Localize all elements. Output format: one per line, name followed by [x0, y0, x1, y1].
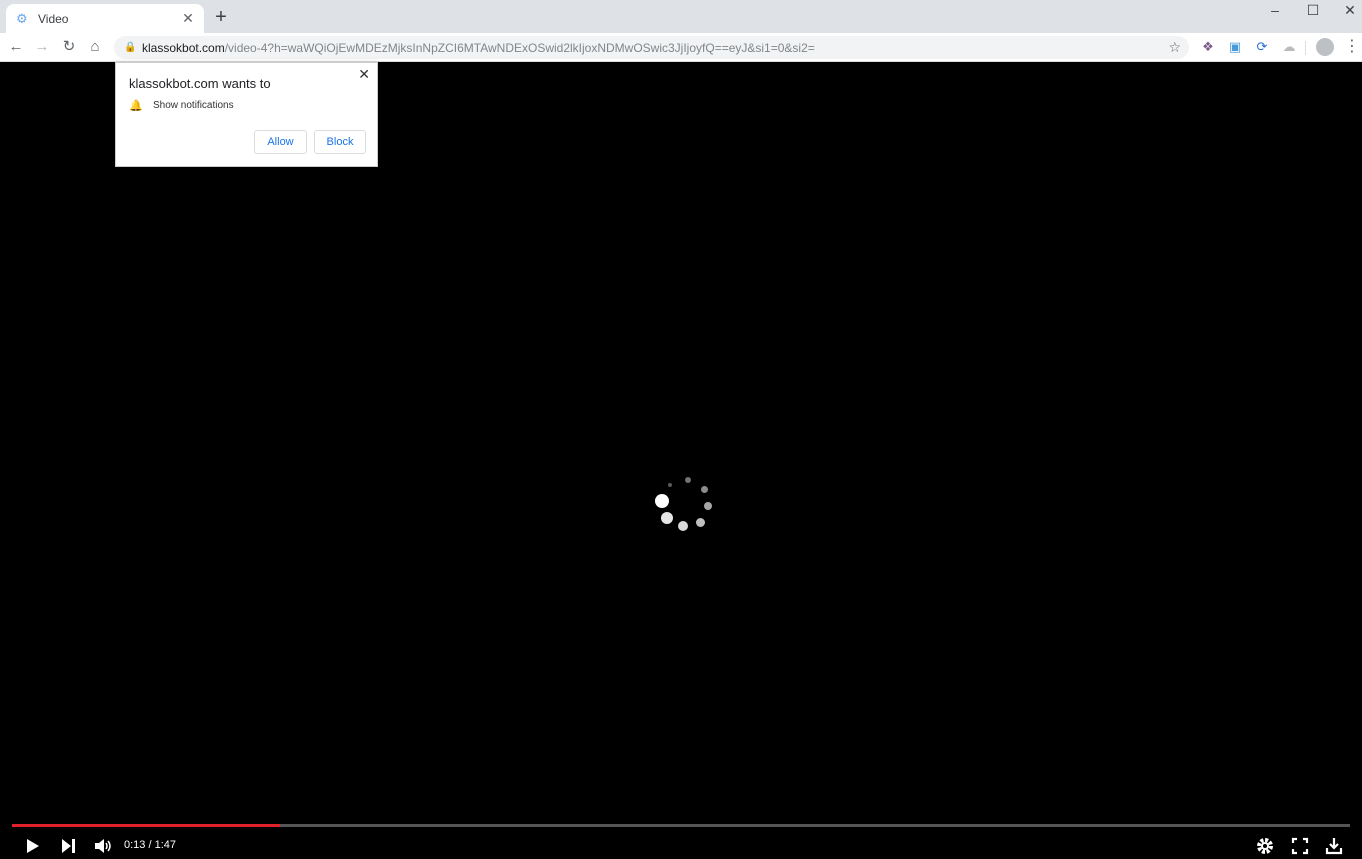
fullscreen-icon[interactable] [1290, 836, 1310, 856]
loading-spinner [650, 473, 720, 533]
notification-permission-popup: klassokbot.com wants to ✕ 🔔 Show notific… [115, 62, 378, 167]
browser-menu-icon[interactable]: ⋮ [1344, 37, 1360, 57]
block-button[interactable]: Block [314, 130, 366, 154]
progress-fill [12, 824, 280, 827]
download-icon[interactable] [1324, 836, 1344, 856]
video-player[interactable] [0, 63, 1362, 859]
toolbar-divider [1305, 41, 1306, 55]
tab-video[interactable]: ⚙ Video ✕ [6, 4, 204, 33]
lock-icon[interactable]: 🔒 [124, 42, 136, 54]
spinner-dot [661, 512, 673, 524]
tab-strip: ⚙ Video ✕ + – ☐ ✕ [0, 0, 1362, 33]
spinner-dot [685, 477, 691, 483]
tab-close-icon[interactable]: ✕ [180, 10, 196, 27]
spinner-dot [700, 485, 708, 493]
extension-3-icon[interactable]: ⟳ [1253, 38, 1271, 56]
time-display: 0:13 / 1:47 [124, 839, 176, 851]
tab-title: Video [38, 11, 69, 26]
popup-title: klassokbot.com wants to [129, 76, 271, 91]
maximize-button[interactable]: ☐ [1295, 0, 1331, 20]
permission-row: 🔔 Show notifications [129, 99, 234, 113]
bookmark-star-icon[interactable]: ☆ [1168, 39, 1181, 56]
url-text[interactable]: klassokbot.com/video-4?h=waWQiOjEwMDEzMj… [142, 41, 815, 55]
spinner-dot [695, 517, 705, 527]
url-host: klassokbot.com [142, 40, 225, 55]
permission-text: Show notifications [153, 99, 234, 111]
new-tab-button[interactable]: + [211, 7, 231, 27]
spinner-dot [678, 521, 688, 531]
settings-gear-icon[interactable] [1255, 836, 1275, 856]
reload-button[interactable]: ↻ [59, 37, 79, 57]
address-bar[interactable]: 🔒 klassokbot.com/video-4?h=waWQiOjEwMDEz… [114, 36, 1189, 59]
spinner-dot [704, 502, 712, 510]
profile-avatar[interactable] [1316, 38, 1334, 56]
browser-toolbar: ← → ↻ ⌂ 🔒 klassokbot.com/video-4?h=waWQi… [0, 33, 1362, 62]
extension-4-icon[interactable]: ☁ [1280, 38, 1298, 56]
extension-2-icon[interactable]: ▣ [1226, 38, 1244, 56]
url-path: /video-4?h=waWQiOjEwMDEzMjksInNpZCI6MTAw… [224, 40, 815, 55]
close-window-button[interactable]: ✕ [1332, 0, 1362, 20]
spinner-dot [668, 483, 672, 487]
allow-button[interactable]: Allow [254, 130, 307, 154]
next-icon[interactable] [58, 836, 78, 856]
forward-button[interactable]: → [32, 37, 52, 57]
extension-1-icon[interactable]: ❖ [1199, 38, 1217, 56]
popup-close-icon[interactable]: ✕ [358, 66, 370, 83]
bell-icon: 🔔 [129, 100, 143, 112]
play-icon[interactable] [23, 836, 43, 856]
spinner-dot [655, 494, 669, 508]
minimize-button[interactable]: – [1257, 0, 1293, 20]
page-favicon-icon: ⚙ [16, 10, 28, 26]
progress-bar[interactable] [12, 824, 1350, 827]
volume-icon[interactable] [93, 836, 113, 856]
home-button[interactable]: ⌂ [85, 37, 105, 57]
back-button[interactable]: ← [6, 37, 26, 57]
